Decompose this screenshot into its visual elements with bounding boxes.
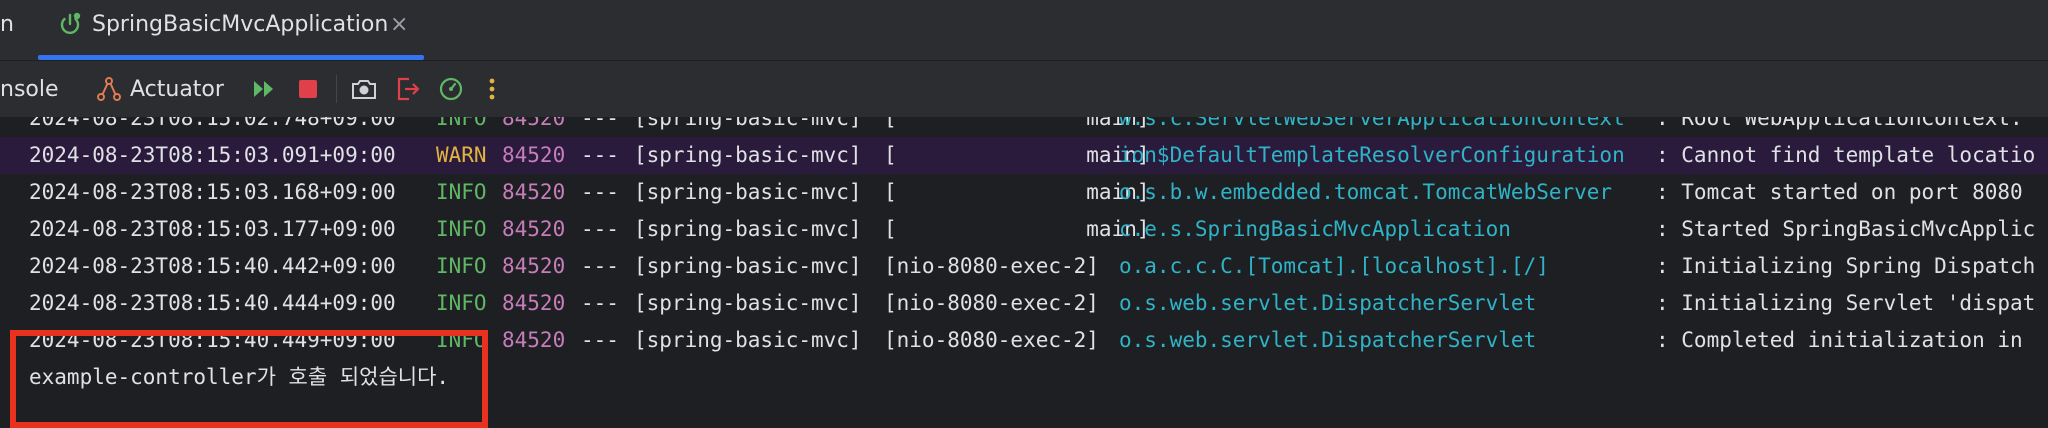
log-timestamp: 2024-08-23T08:15:03.168+09:00: [29, 180, 396, 204]
log-line: 2024-08-23T08:15:03.168+09:00 INFO 84520…: [0, 174, 2048, 211]
log-thread: [ main]: [884, 143, 1150, 167]
log-thread: [nio-8080-exec-2]: [884, 254, 1099, 278]
tab-label: SpringBasicMvcApplication: [92, 12, 389, 37]
log-pid: 84520: [502, 143, 566, 167]
log-timestamp: 2024-08-23T08:15:03.177+09:00: [29, 217, 396, 241]
log-message: : Root WebApplicationContext:: [1656, 117, 2023, 130]
log-timestamp: 2024-08-23T08:15:03.091+09:00: [29, 143, 396, 167]
log-level: WARN: [436, 143, 487, 167]
log-message: : Initializing Spring Dispatch: [1656, 254, 2036, 278]
log-logger-link[interactable]: o.a.c.c.C.[Tomcat].[localhost].[/]: [1119, 248, 1549, 285]
log-app: [spring-basic-mvc]: [634, 180, 862, 204]
log-thread: [nio-8080-exec-2]: [884, 291, 1099, 315]
log-pid: 84520: [502, 254, 566, 278]
log-thread: [ main]: [884, 117, 1150, 130]
log-logger-link[interactable]: o.s.b.w.embedded.tomcat.TomcatWebServer: [1119, 174, 1612, 211]
log-logger-link[interactable]: o.s.web.servlet.DispatcherServlet: [1119, 322, 1536, 359]
log-app: [spring-basic-mvc]: [634, 328, 862, 352]
log-separator: ---: [581, 254, 619, 278]
log-timestamp: 2024-08-23T08:15:02.748+09:00: [29, 117, 396, 130]
log-level: INFO: [436, 217, 487, 241]
log-separator: ---: [581, 180, 619, 204]
active-tab-indicator: [38, 55, 424, 60]
close-icon[interactable]: ×: [390, 12, 408, 37]
log-app: [spring-basic-mvc]: [634, 291, 862, 315]
log-level: INFO: [436, 291, 487, 315]
log-separator: ---: [581, 328, 619, 352]
stop-button[interactable]: [298, 61, 318, 117]
log-app: [spring-basic-mvc]: [634, 217, 862, 241]
log-line-warn: 2024-08-23T08:15:03.091+09:00 WARN 84520…: [0, 137, 2048, 174]
log-line: 2024-08-23T08:15:03.177+09:00 INFO 84520…: [0, 211, 2048, 248]
log-pid: 84520: [502, 291, 566, 315]
tab-bar: n SpringBasicMvcApplication ×: [0, 0, 2048, 61]
log-pid: 84520: [502, 217, 566, 241]
log-message: : Completed initialization in: [1656, 328, 2023, 352]
log-separator: ---: [581, 143, 619, 167]
tab-cut-label[interactable]: n: [0, 12, 14, 37]
rerun-icon: [254, 81, 273, 97]
log-separator: ---: [581, 117, 619, 130]
power-icon: [60, 12, 81, 34]
log-line: 2024-08-23T08:15:40.442+09:00 INFO 84520…: [0, 248, 2048, 285]
log-logger-link[interactable]: c.e.s.SpringBasicMvcApplication: [1119, 211, 1511, 248]
log-logger-link[interactable]: ion$DefaultTemplateResolverConfiguration: [1119, 137, 1625, 174]
log-timestamp: 2024-08-23T08:15:40.442+09:00: [29, 254, 396, 278]
console-tab[interactable]: nsole: [0, 61, 59, 117]
log-message: : Cannot find template locatio: [1656, 143, 2036, 167]
screenshot-button[interactable]: [351, 61, 377, 117]
log-line: 2024-08-23T08:15:02.748+09:00 INFO 84520…: [0, 117, 2048, 137]
log-thread: [ main]: [884, 217, 1150, 241]
log-level: INFO: [436, 117, 487, 130]
camera-icon: [352, 80, 376, 99]
log-level: INFO: [436, 180, 487, 204]
actuator-icon: [97, 77, 121, 101]
actuator-tab[interactable]: Actuator: [96, 61, 224, 117]
log-logger-link[interactable]: w.s.c.ServletWebServerApplicationContext: [1119, 117, 1625, 137]
stop-icon: [299, 80, 317, 98]
log-pid: 84520: [502, 117, 566, 130]
profiler-icon: [439, 77, 463, 101]
console-tab-label: nsole: [0, 76, 59, 102]
more-icon: [489, 78, 495, 100]
log-message: : Started SpringBasicMvcApplic: [1656, 217, 2036, 241]
more-button[interactable]: [487, 61, 497, 117]
log-logger-link[interactable]: o.s.web.servlet.DispatcherServlet: [1119, 285, 1536, 322]
actuator-tab-label: Actuator: [130, 76, 224, 102]
exit-icon: [397, 77, 420, 101]
log-separator: ---: [581, 291, 619, 315]
log-pid: 84520: [502, 328, 566, 352]
run-toolbar: nsole Actuator: [0, 61, 2048, 117]
log-separator: ---: [581, 217, 619, 241]
log-message: : Tomcat started on port 8080: [1656, 180, 2023, 204]
toolbar-separator: [336, 75, 337, 103]
exit-button[interactable]: [395, 61, 421, 117]
log-app: [spring-basic-mvc]: [634, 143, 862, 167]
log-timestamp: 2024-08-23T08:15:40.444+09:00: [29, 291, 396, 315]
log-line: 2024-08-23T08:15:40.444+09:00 INFO 84520…: [0, 285, 2048, 322]
log-app: [spring-basic-mvc]: [634, 117, 862, 130]
log-thread: [nio-8080-exec-2]: [884, 328, 1099, 352]
log-app: [spring-basic-mvc]: [634, 254, 862, 278]
log-thread: [ main]: [884, 180, 1150, 204]
tab-spring-basic-mvc-application[interactable]: SpringBasicMvcApplication ×: [38, 0, 424, 60]
log-message: : Initializing Servlet 'dispat: [1656, 291, 2036, 315]
log-pid: 84520: [502, 180, 566, 204]
log-level: INFO: [436, 254, 487, 278]
profiler-button[interactable]: [438, 61, 464, 117]
highlight-annotation-box: [10, 330, 488, 428]
rerun-button[interactable]: [252, 61, 276, 117]
